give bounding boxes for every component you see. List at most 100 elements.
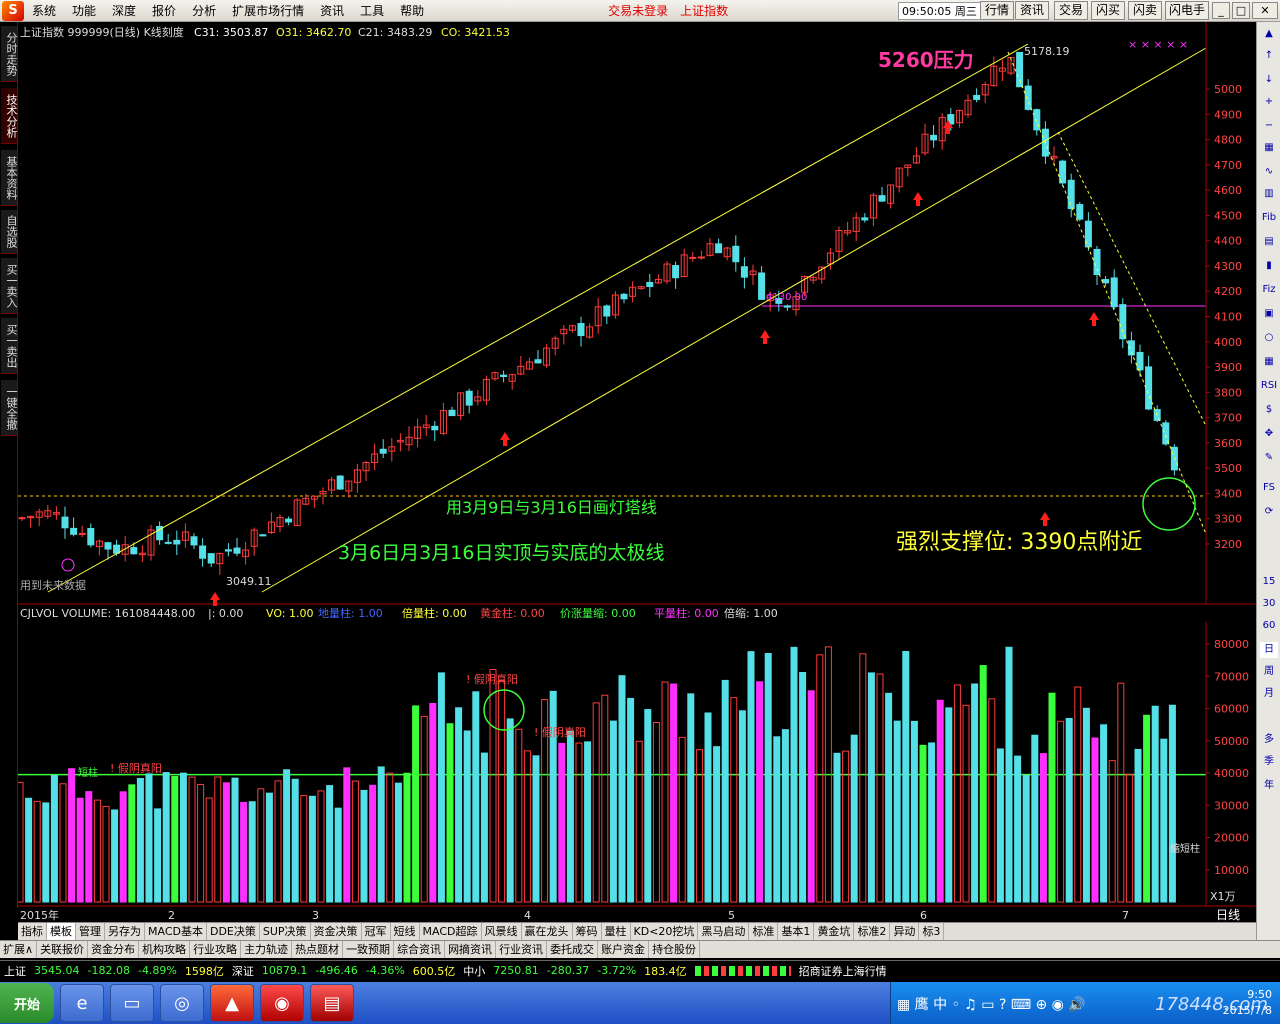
minimize-icon[interactable]: _ <box>1212 2 1230 19</box>
ext-tab-10[interactable]: 行业资讯 <box>496 941 548 958</box>
ext-tab-7[interactable]: 一致预期 <box>343 941 395 958</box>
toolbar-box-icon[interactable]: ▣ <box>1260 306 1278 322</box>
tab-19[interactable]: 黄金坑 <box>814 923 855 940</box>
tab-0[interactable]: 指标 <box>18 923 47 940</box>
tab-6[interactable]: SUP决策 <box>260 923 311 940</box>
trade-status[interactable]: 交易未登录 <box>602 0 674 22</box>
tab-fundamental[interactable]: 基本资料 <box>1 150 18 206</box>
close-icon[interactable]: ✕ <box>1252 2 1278 19</box>
tab-2[interactable]: 管理 <box>76 923 105 940</box>
period-week[interactable]: 周 <box>1260 664 1278 680</box>
messenger-icon[interactable]: ◎ <box>160 984 204 1022</box>
menu-function[interactable]: 功能 <box>64 0 104 22</box>
period-60[interactable]: 60 <box>1260 618 1278 634</box>
tab-14[interactable]: 量柱 <box>602 923 631 940</box>
menu-tools[interactable]: 工具 <box>352 0 392 22</box>
ext-tab-13[interactable]: 持仓股份 <box>649 941 701 958</box>
toolbar-circle-icon[interactable]: ○ <box>1260 330 1278 346</box>
news-button[interactable]: 资讯 <box>1015 1 1049 20</box>
toolbar-bars-icon[interactable]: ▥ <box>1260 186 1278 202</box>
ext-tab-12[interactable]: 账户资金 <box>598 941 650 958</box>
toolbar-move-icon[interactable]: ✥ <box>1260 426 1278 442</box>
tab-buy1-out[interactable]: 买一卖出 <box>1 318 18 374</box>
toolbar-fib-icon[interactable]: Fib <box>1260 210 1278 226</box>
tab-15[interactable]: KD<20挖坑 <box>631 923 699 940</box>
tab-9[interactable]: 短线 <box>391 923 420 940</box>
sz-name[interactable]: 深证 <box>228 963 258 979</box>
tab-5[interactable]: DDE决策 <box>207 923 260 940</box>
market-button[interactable]: 行情 <box>980 1 1014 20</box>
toolbar-fs-icon[interactable]: FS <box>1260 480 1278 496</box>
ext-tab-8[interactable]: 综合资讯 <box>394 941 446 958</box>
tab-21[interactable]: 异动 <box>890 923 920 940</box>
flash-hand-button[interactable]: 闪电手 <box>1165 1 1209 20</box>
tab-7[interactable]: 资金决策 <box>311 923 362 940</box>
tab-8[interactable]: 冠军 <box>362 923 391 940</box>
tray-icons[interactable]: ▦ 鹰 中 ◦ ♫ ▭ ? ⌨ ⊕ ◉ 🔊 <box>897 994 1086 1014</box>
menu-analysis[interactable]: 分析 <box>184 0 224 22</box>
trading-app-icon[interactable]: ▲ <box>210 984 254 1022</box>
flash-sell-button[interactable]: 闪卖 <box>1128 1 1162 20</box>
toolbar-zoom-in-icon[interactable]: + <box>1260 94 1278 110</box>
ext-tab-5[interactable]: 主力轨迹 <box>241 941 293 958</box>
toolbar-refresh-icon[interactable]: ⟳ <box>1260 504 1278 520</box>
menu-quote[interactable]: 报价 <box>144 0 184 22</box>
menu-info[interactable]: 资讯 <box>312 0 352 22</box>
tab-technical[interactable]: 技术分析 <box>1 88 18 144</box>
period-year[interactable]: 年 <box>1260 778 1278 794</box>
tab-13[interactable]: 筹码 <box>573 923 602 940</box>
tab-22[interactable]: 标3 <box>919 923 945 940</box>
toolbar-pen-icon[interactable]: ✎ <box>1260 450 1278 466</box>
chart-area[interactable]: × × × × × 上证指数 999999(日线) K线刻度 C31: 3503… <box>18 22 1256 922</box>
period-month[interactable]: 月 <box>1260 686 1278 702</box>
tab-cancel-all[interactable]: 一键全撤 <box>1 380 18 436</box>
toolbar-chart-icon[interactable]: ▦ <box>1260 140 1278 156</box>
tab-12[interactable]: 赢在龙头 <box>522 923 573 940</box>
period-30[interactable]: 30 <box>1260 596 1278 612</box>
toolbar-arrow-up-icon[interactable]: ↑ <box>1260 48 1278 64</box>
period-day[interactable]: 日 <box>1260 642 1278 658</box>
toolbar-dollar-icon[interactable]: $ <box>1260 402 1278 418</box>
maximize-icon[interactable]: □ <box>1232 2 1250 19</box>
toolbar-zoom-out-icon[interactable]: − <box>1260 118 1278 134</box>
tab-10[interactable]: MACD超踪 <box>420 923 482 940</box>
tab-4[interactable]: MACD基本 <box>145 923 207 940</box>
tab-16[interactable]: 黑马启动 <box>698 923 750 940</box>
sme-name[interactable]: 中小 <box>459 963 489 979</box>
tab-17[interactable]: 标准 <box>749 923 779 940</box>
period-multi[interactable]: 多 <box>1260 732 1278 748</box>
terminal-app-icon[interactable]: ▤ <box>310 984 354 1022</box>
ext-tab-9[interactable]: 网摘资讯 <box>445 941 497 958</box>
ext-tab-4[interactable]: 行业攻略 <box>190 941 242 958</box>
start-button[interactable]: 开始 <box>0 983 54 1023</box>
sh-name[interactable]: 上证 <box>0 963 30 979</box>
toolbar-candle-icon[interactable]: ▮ <box>1260 258 1278 274</box>
period-season[interactable]: 季 <box>1260 754 1278 770</box>
toolbar-up-icon[interactable]: ▲ <box>1260 26 1278 42</box>
ext-tab-2[interactable]: 资金分布 <box>88 941 140 958</box>
toolbar-arrow-down-icon[interactable]: ↓ <box>1260 72 1278 88</box>
folder-icon[interactable]: ▭ <box>110 984 154 1022</box>
menu-extended-market[interactable]: 扩展市场行情 <box>224 0 312 22</box>
menu-depth[interactable]: 深度 <box>104 0 144 22</box>
tab-buy1-in[interactable]: 买一卖入 <box>1 258 18 314</box>
ext-tab-1[interactable]: 关联报价 <box>37 941 89 958</box>
period-15[interactable]: 15 <box>1260 574 1278 590</box>
tab-20[interactable]: 标准2 <box>854 923 891 940</box>
ext-tab-11[interactable]: 委托成交 <box>547 941 599 958</box>
broker-app-icon[interactable]: ◉ <box>260 984 304 1022</box>
ext-tab-0[interactable]: 扩展∧ <box>0 941 38 958</box>
toolbar-grid-icon[interactable]: ▤ <box>1260 234 1278 250</box>
tab-1[interactable]: 模板 <box>47 923 76 940</box>
menu-help[interactable]: 帮助 <box>392 0 432 22</box>
tab-intraday[interactable]: 分时走势 <box>1 26 18 82</box>
flash-buy-button[interactable]: 闪买 <box>1091 1 1125 20</box>
toolbar-rsi-icon[interactable]: RSI <box>1260 378 1278 394</box>
toolbar-line-icon[interactable]: ∿ <box>1260 164 1278 180</box>
ext-tab-6[interactable]: 热点题材 <box>292 941 344 958</box>
trade-button[interactable]: 交易 <box>1054 1 1088 20</box>
menu-system[interactable]: 系统 <box>24 0 64 22</box>
tab-11[interactable]: 风景线 <box>482 923 522 940</box>
toolbar-fiz-icon[interactable]: Fiz <box>1260 282 1278 298</box>
ie-icon[interactable]: e <box>60 984 104 1022</box>
